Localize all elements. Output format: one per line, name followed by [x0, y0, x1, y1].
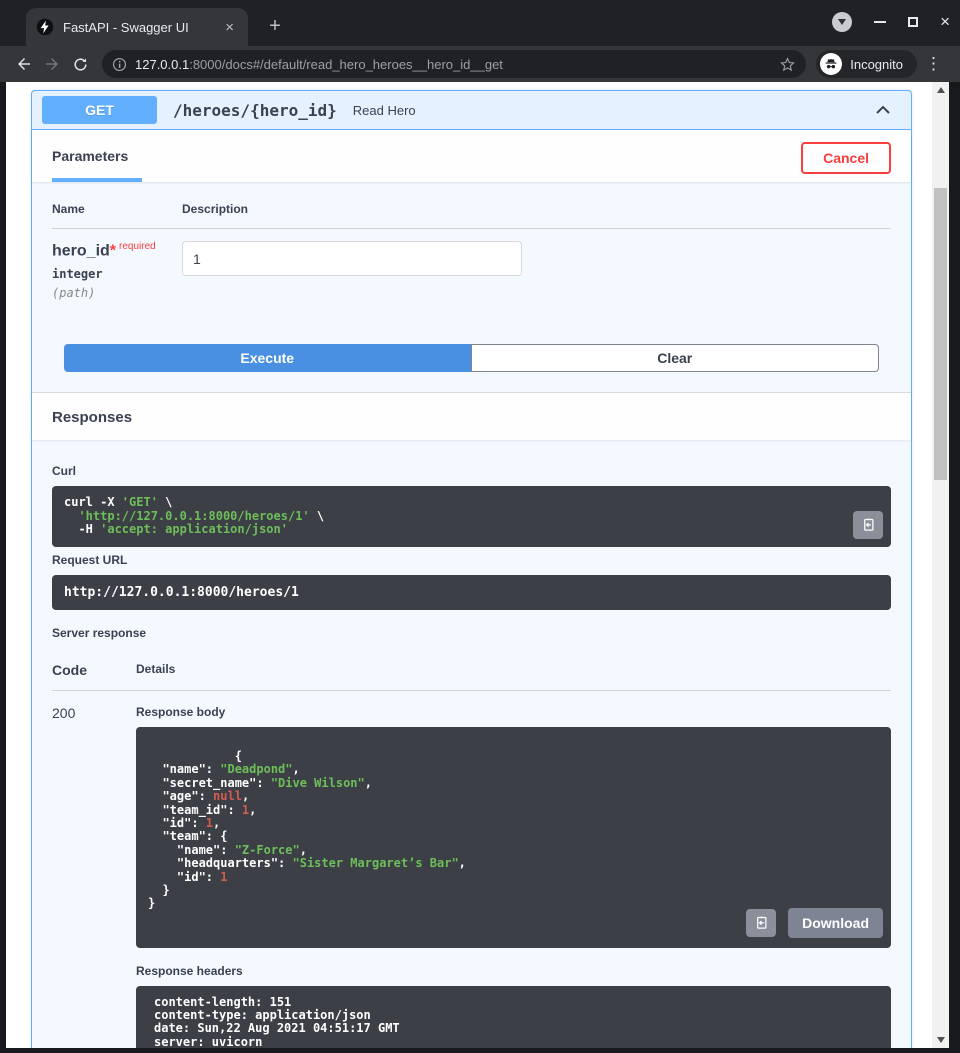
http-method-badge: GET — [42, 96, 157, 124]
maximize-button[interactable] — [908, 17, 918, 27]
browser-menu-icon[interactable]: ⋮ — [917, 54, 950, 74]
window-controls: × — [832, 12, 950, 32]
browser-toolbar: 127.0.0.1:8000/docs#/default/read_hero_h… — [0, 46, 960, 82]
opblock-get-heroes: GET /heroes/{hero_id} Read Hero Paramete… — [31, 90, 912, 1048]
response-body-block: { "name": "Deadpond", "secret_name": "Di… — [136, 727, 891, 948]
parameter-value-cell — [182, 241, 522, 300]
page-scrollbar[interactable] — [932, 82, 949, 1048]
tab-parameters: Parameters — [52, 142, 142, 182]
caret-down-icon — [838, 19, 846, 25]
site-info-icon[interactable] — [112, 57, 127, 72]
request-url-label: Request URL — [52, 553, 891, 567]
url-path: :8000/docs#/default/read_hero_heroes__he… — [189, 57, 503, 72]
download-button[interactable]: Download — [788, 908, 883, 938]
tab-title: FastAPI - Swagger UI — [63, 20, 221, 35]
response-headers-block: content-length: 151 content-type: applic… — [136, 986, 891, 1048]
cancel-button[interactable]: Cancel — [801, 142, 891, 174]
incognito-label: Incognito — [850, 57, 903, 72]
request-url-block: http://127.0.0.1:8000/heroes/1 — [52, 575, 891, 610]
forward-button[interactable] — [38, 50, 66, 78]
scrollbar-thumb[interactable] — [934, 188, 947, 480]
minimize-button[interactable] — [874, 21, 886, 23]
copy-response-button[interactable] — [746, 909, 776, 937]
collapse-chevron-up-icon[interactable] — [873, 100, 893, 120]
url-domain: 127.0.0.1 — [135, 57, 189, 72]
execute-button[interactable]: Execute — [64, 344, 471, 372]
server-response-label: Server response — [52, 626, 891, 640]
clipboard-icon — [861, 517, 876, 532]
parameters-table: Name Description hero_id*required intege… — [32, 182, 911, 344]
curl-command-block: curl -X 'GET' \ 'http://127.0.0.1:8000/h… — [52, 486, 891, 546]
parameter-name: hero_id — [52, 242, 110, 259]
column-header-code: Code — [52, 662, 136, 678]
browser-tab[interactable]: FastAPI - Swagger UI × — [26, 8, 248, 46]
parameters-table-head: Name Description — [52, 202, 891, 229]
scroll-down-arrow[interactable] — [932, 1032, 949, 1048]
status-code: 200 — [52, 705, 136, 1048]
response-body-actions: Download — [746, 908, 883, 938]
hero-id-input[interactable] — [182, 241, 522, 276]
back-button[interactable] — [10, 50, 38, 78]
forward-arrow-icon — [43, 55, 61, 73]
required-star: * — [110, 242, 116, 259]
responses-heading: Responses — [52, 409, 891, 426]
response-body-json: { "name": "Deadpond", "secret_name": "Di… — [148, 749, 466, 910]
server-response-row: 200 Response body { "name": "Deadpond", … — [52, 691, 891, 1048]
endpoint-path: /heroes/{hero_id} — [173, 101, 337, 120]
parameter-row: hero_id*required integer (path) — [52, 229, 891, 300]
responses-body: Curl curl -X 'GET' \ 'http://127.0.0.1:8… — [32, 440, 911, 1048]
scroll-up-arrow[interactable] — [932, 82, 949, 98]
column-header-name: Name — [52, 202, 182, 216]
bookmark-star-icon[interactable] — [779, 56, 796, 73]
window-close-button[interactable]: × — [940, 14, 950, 30]
incognito-icon — [820, 53, 842, 75]
copy-curl-button[interactable] — [853, 511, 883, 539]
column-header-description: Description — [182, 202, 891, 216]
curl-label: Curl — [52, 464, 891, 478]
responses-section-header: Responses — [32, 392, 911, 440]
opblock-summary[interactable]: GET /heroes/{hero_id} Read Hero — [32, 91, 911, 130]
clear-button[interactable]: Clear — [471, 344, 880, 372]
endpoint-summary: Read Hero — [353, 103, 416, 118]
execute-row: Execute Clear — [32, 344, 911, 392]
incognito-badge: Incognito — [816, 50, 917, 78]
back-arrow-icon — [15, 55, 33, 73]
response-body-label: Response body — [136, 705, 891, 719]
reload-icon — [72, 56, 89, 73]
url-text: 127.0.0.1:8000/docs#/default/read_hero_h… — [135, 57, 779, 72]
reload-button[interactable] — [66, 50, 94, 78]
parameter-type: integer — [52, 267, 182, 281]
triangle-down-icon — [937, 1037, 945, 1043]
swagger-page: GET /heroes/{hero_id} Read Hero Paramete… — [6, 82, 932, 1048]
new-tab-button[interactable]: + — [262, 14, 288, 38]
required-label: required — [119, 241, 156, 252]
parameter-meta: hero_id*required integer (path) — [52, 241, 182, 300]
close-tab-icon[interactable]: × — [221, 18, 238, 37]
parameters-header: Parameters Cancel — [32, 130, 911, 182]
parameter-location: (path) — [52, 286, 182, 300]
clipboard-icon — [754, 915, 769, 930]
triangle-up-icon — [937, 87, 945, 93]
window-caret-button[interactable] — [832, 12, 852, 32]
url-bar[interactable]: 127.0.0.1:8000/docs#/default/read_hero_h… — [102, 50, 806, 78]
column-header-details: Details — [136, 662, 891, 678]
response-details: Response body { "name": "Deadpond", "sec… — [136, 705, 891, 1048]
server-response-table-head: Code Details — [52, 648, 891, 691]
tab-strip: FastAPI - Swagger UI × + × — [0, 0, 960, 46]
fastapi-favicon-icon — [36, 18, 54, 36]
response-headers-label: Response headers — [136, 964, 891, 978]
